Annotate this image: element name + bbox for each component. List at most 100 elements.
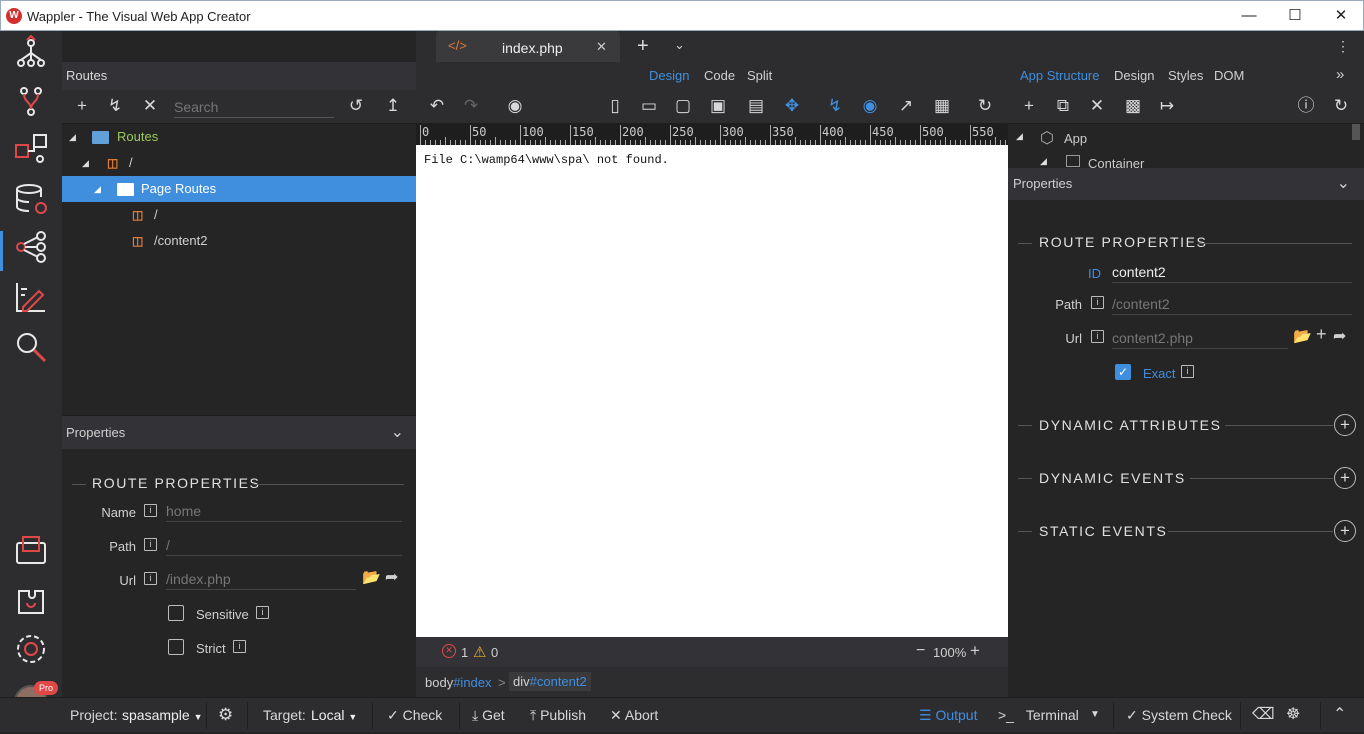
- name-input[interactable]: home: [166, 500, 402, 522]
- tree-node-page-routes[interactable]: ◢ Page Routes: [62, 176, 416, 202]
- refresh-icon[interactable]: ↻: [974, 95, 996, 117]
- terminal-button[interactable]: >_ Terminal: [998, 698, 1079, 733]
- upload-icon[interactable]: ↥: [382, 95, 404, 117]
- resize-move-icon[interactable]: ✥: [781, 95, 803, 117]
- info-icon[interactable]: i: [1181, 365, 1194, 378]
- share-arrow-icon[interactable]: ➦: [1333, 326, 1346, 346]
- tab-app-structure[interactable]: App Structure: [1020, 68, 1100, 83]
- tree-node-content2[interactable]: ◫ /content2: [62, 228, 416, 254]
- add-dynamic-event-icon[interactable]: +: [1334, 467, 1356, 489]
- expand-triangle-icon[interactable]: ◢: [82, 150, 89, 176]
- refresh-routes-icon[interactable]: ↺: [345, 95, 367, 117]
- extensions-icon[interactable]: [13, 583, 49, 619]
- info-icon[interactable]: i: [1091, 296, 1104, 309]
- tab-design[interactable]: Design: [1114, 68, 1154, 83]
- qr-code-icon[interactable]: ▦: [931, 95, 953, 117]
- info-icon[interactable]: i: [144, 538, 157, 551]
- add-route-icon[interactable]: +: [71, 95, 93, 117]
- project-selector[interactable]: spasample ▼: [122, 698, 203, 733]
- undo-icon[interactable]: ↶: [426, 95, 448, 117]
- info-icon[interactable]: i: [144, 504, 157, 517]
- duplicate-icon[interactable]: ⧉: [1052, 95, 1074, 117]
- left-properties-header[interactable]: Properties ⌄: [62, 415, 416, 449]
- warning-icon[interactable]: ⚠: [473, 643, 486, 661]
- tab-styles[interactable]: Styles: [1168, 68, 1203, 83]
- move-to-icon[interactable]: ↦: [1156, 95, 1178, 117]
- structure-icon[interactable]: ▩: [1122, 95, 1144, 117]
- maximize-button[interactable]: ☐: [1272, 1, 1318, 31]
- publish-button[interactable]: ⤒ Publish: [530, 698, 586, 733]
- tab-close-icon[interactable]: ✕: [596, 39, 607, 55]
- exact-checkbox[interactable]: ✓: [1115, 364, 1131, 380]
- add-dynamic-attribute-icon[interactable]: +: [1334, 414, 1356, 436]
- add-icon[interactable]: +: [1316, 324, 1327, 345]
- library-icon[interactable]: [13, 533, 49, 569]
- mode-split[interactable]: Split: [747, 68, 772, 83]
- expand-triangle-icon[interactable]: ◢: [1040, 156, 1047, 167]
- share-arrow-icon[interactable]: ➦: [385, 567, 398, 587]
- info-icon[interactable]: i: [144, 572, 157, 585]
- tab-dom[interactable]: DOM: [1214, 68, 1244, 83]
- scrollbar-thumb[interactable]: [1352, 124, 1360, 140]
- delete-icon[interactable]: ✕: [139, 95, 161, 117]
- breadcrumb-body[interactable]: body#index: [425, 675, 492, 690]
- tree-node-routes[interactable]: ◢ Routes: [62, 124, 416, 150]
- info-icon[interactable]: i: [233, 640, 246, 653]
- project-settings-gear-icon[interactable]: ⚙: [218, 698, 233, 733]
- refresh-icon[interactable]: ↻: [1330, 95, 1352, 117]
- expand-triangle-icon[interactable]: ◢: [94, 176, 101, 202]
- zoom-in-icon[interactable]: +: [970, 641, 980, 661]
- get-button[interactable]: ⤓ Get: [472, 698, 505, 733]
- zoom-out-icon[interactable]: −: [916, 642, 925, 660]
- add-static-event-icon[interactable]: +: [1334, 520, 1356, 542]
- folder-open-icon[interactable]: 📂: [362, 568, 381, 586]
- close-button[interactable]: ✕: [1318, 1, 1364, 31]
- strict-checkbox[interactable]: [168, 639, 184, 655]
- tree-node-container[interactable]: Container: [1088, 156, 1144, 168]
- abort-button[interactable]: ✕ Abort: [610, 698, 658, 733]
- info-icon[interactable]: i: [256, 606, 269, 619]
- target-selector[interactable]: Local ▼: [311, 698, 357, 733]
- minimize-button[interactable]: —: [1226, 1, 1272, 31]
- mode-design[interactable]: Design: [649, 68, 689, 83]
- delete-icon[interactable]: ✕: [1086, 95, 1108, 117]
- open-browser-icon[interactable]: ↗: [895, 95, 917, 117]
- api-actions-icon[interactable]: [13, 229, 49, 265]
- lightning-icon[interactable]: ↯: [104, 95, 126, 117]
- chevron-up-icon[interactable]: ⌃: [1333, 698, 1346, 733]
- double-chevron-right-icon[interactable]: »: [1336, 66, 1344, 83]
- app-structure-icon[interactable]: [13, 34, 49, 71]
- phone-device-icon[interactable]: ▯: [604, 95, 626, 117]
- path-input[interactable]: /content2: [1112, 293, 1352, 315]
- bug-icon[interactable]: ☸: [1286, 698, 1300, 733]
- info-icon[interactable]: i: [1091, 330, 1104, 343]
- terminal-dropdown-icon[interactable]: ▼: [1090, 698, 1100, 733]
- more-vertical-icon[interactable]: ⋮: [1336, 38, 1350, 55]
- url-input[interactable]: content2.php: [1112, 327, 1288, 349]
- design-tools-icon[interactable]: [13, 279, 49, 315]
- new-tab-icon[interactable]: +: [637, 35, 649, 58]
- settings-gear-icon[interactable]: [13, 631, 49, 667]
- tree-node-app[interactable]: App: [1064, 131, 1087, 146]
- help-icon[interactable]: ⓘ: [1295, 95, 1317, 117]
- tree-node-slash[interactable]: ◫ /: [62, 202, 416, 228]
- expand-triangle-icon[interactable]: ◢: [69, 124, 76, 150]
- routes-icon[interactable]: [13, 83, 49, 119]
- document-tab[interactable]: </> index.php ✕: [436, 31, 620, 62]
- add-component-icon[interactable]: +: [1018, 95, 1040, 117]
- preview-eye-icon[interactable]: ◉: [859, 95, 881, 117]
- routes-search-input[interactable]: [174, 96, 334, 118]
- output-button[interactable]: ☰ Output: [919, 698, 977, 733]
- dynamic-lightning-icon[interactable]: ↯: [824, 95, 846, 117]
- error-icon[interactable]: ✕: [442, 644, 456, 658]
- screenshot-camera-icon[interactable]: ◉: [504, 95, 526, 117]
- chevron-down-icon[interactable]: ⌄: [391, 416, 404, 450]
- chevron-down-icon[interactable]: ⌄: [1337, 168, 1350, 200]
- right-properties-header[interactable]: Properties ⌄: [1008, 168, 1364, 200]
- expand-triangle-icon[interactable]: ◢: [1016, 131, 1023, 142]
- system-check-button[interactable]: ✓ System Check: [1126, 698, 1232, 733]
- design-canvas[interactable]: File C:\wamp64\www\spa\ not found.: [416, 145, 1008, 637]
- tree-node-root-page[interactable]: ◢ ◫ /: [62, 150, 416, 176]
- url-input[interactable]: /index.php: [166, 568, 356, 590]
- check-button[interactable]: ✓ Check: [387, 698, 442, 733]
